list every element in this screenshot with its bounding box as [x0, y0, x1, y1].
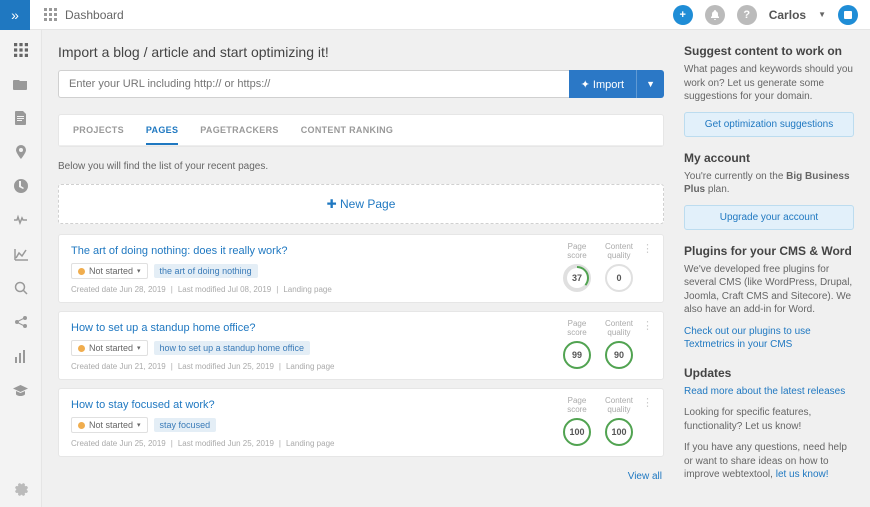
status-dot-icon — [78, 422, 85, 429]
keyword-pill[interactable]: stay focused — [154, 418, 217, 432]
updates-text1: Looking for specific features, functiona… — [684, 406, 854, 433]
sidebar-pin-icon[interactable] — [11, 144, 31, 160]
page-card: ⋮Pagescore100Contentquality100How to sta… — [58, 388, 664, 457]
new-page-label: New Page — [340, 197, 395, 211]
new-page-button[interactable]: ✚ New Page — [58, 184, 664, 224]
page-card: ⋮Pagescore99Contentquality90How to set u… — [58, 311, 664, 380]
page-score-label: Pagescore — [563, 243, 591, 261]
sidebar-graduation-icon[interactable] — [11, 382, 31, 398]
sidebar-file-icon[interactable] — [11, 110, 31, 126]
view-all-link[interactable]: View all — [58, 465, 664, 488]
sidebar-search-icon[interactable] — [11, 280, 31, 296]
suggest-text: What pages and keywords should you work … — [684, 63, 854, 104]
username-label[interactable]: Carlos — [769, 8, 806, 22]
updates-text2: If you have any questions, need help or … — [684, 441, 854, 482]
content-quality-label: Contentquality — [605, 397, 633, 415]
import-button[interactable]: ✦ Import — [569, 70, 636, 98]
page-card: ⋮Pagescore37Contentquality0The art of do… — [58, 234, 664, 303]
page-score-ring: 100 — [563, 418, 591, 446]
content-quality-ring: 0 — [605, 264, 633, 292]
page-score-ring: 99 — [563, 341, 591, 369]
tab-pages[interactable]: PAGES — [146, 115, 178, 145]
sidebar-share-icon[interactable] — [11, 314, 31, 330]
url-input[interactable] — [58, 70, 569, 98]
card-menu-icon[interactable]: ⋮ — [642, 324, 653, 328]
grid-icon[interactable] — [44, 8, 57, 21]
card-menu-icon[interactable]: ⋮ — [642, 401, 653, 405]
status-dropdown[interactable]: Not started ▾ — [71, 340, 148, 356]
get-suggestions-button[interactable]: Get optimization suggestions — [684, 112, 854, 137]
page-score-ring: 37 — [563, 264, 591, 292]
account-text: You're currently on the Big Business Plu… — [684, 170, 854, 197]
sidebar-chart-line-icon[interactable] — [11, 246, 31, 262]
content-quality-ring: 100 — [605, 418, 633, 446]
content-quality-label: Contentquality — [605, 243, 633, 261]
page-score-label: Pagescore — [563, 320, 591, 338]
status-dot-icon — [78, 268, 85, 275]
page-title: Dashboard — [65, 8, 124, 22]
account-heading: My account — [684, 151, 854, 165]
status-dropdown[interactable]: Not started ▾ — [71, 417, 148, 433]
status-dot-icon — [78, 345, 85, 352]
sidebar-clock-icon[interactable] — [11, 178, 31, 194]
sidebar-folder-icon[interactable] — [11, 76, 31, 92]
plugins-heading: Plugins for your CMS & Word — [684, 244, 854, 258]
plugins-link[interactable]: Check out our plugins to use Textmetrics… — [684, 325, 854, 352]
sidebar-heart-icon[interactable] — [11, 212, 31, 228]
updates-link[interactable]: Read more about the latest releases — [684, 385, 854, 399]
user-avatar-icon[interactable] — [838, 5, 858, 25]
suggest-heading: Suggest content to work on — [684, 44, 854, 58]
upgrade-button[interactable]: Upgrade your account — [684, 205, 854, 230]
user-menu-caret-icon[interactable]: ▼ — [818, 10, 826, 19]
plugins-text: We've developed free plugins for several… — [684, 263, 854, 317]
add-icon[interactable]: + — [673, 5, 693, 25]
import-dropdown-caret-icon[interactable]: ▼ — [636, 70, 664, 98]
status-dropdown[interactable]: Not started ▾ — [71, 263, 148, 279]
tab-pagetrackers[interactable]: PAGETRACKERS — [200, 115, 278, 145]
card-menu-icon[interactable]: ⋮ — [642, 247, 653, 251]
keyword-pill[interactable]: the art of doing nothing — [154, 264, 258, 278]
top-bar: » Dashboard + ? Carlos ▼ — [0, 0, 870, 30]
content-quality-label: Contentquality — [605, 320, 633, 338]
import-heading: Import a blog / article and start optimi… — [58, 44, 664, 60]
tab-projects[interactable]: PROJECTS — [73, 115, 124, 145]
notifications-icon[interactable] — [705, 5, 725, 25]
tabs-card: PROJECTS PAGES PAGETRACKERS CONTENT RANKING — [58, 114, 664, 147]
tab-content-ranking[interactable]: CONTENT RANKING — [301, 115, 394, 145]
app-logo[interactable]: » — [0, 0, 30, 30]
import-button-label: Import — [593, 79, 624, 91]
updates-heading: Updates — [684, 366, 854, 380]
help-icon[interactable]: ? — [737, 5, 757, 25]
let-us-know-link[interactable]: let us know! — [776, 469, 829, 480]
sidebar-gear-icon[interactable] — [11, 481, 31, 497]
sidebar-bar-chart-icon[interactable] — [11, 348, 31, 364]
content-quality-ring: 90 — [605, 341, 633, 369]
tab-description: Below you will find the list of your rec… — [58, 147, 664, 184]
sidebar-grid-icon[interactable] — [11, 42, 31, 58]
sidebar — [0, 30, 42, 507]
page-score-label: Pagescore — [563, 397, 591, 415]
keyword-pill[interactable]: how to set up a standup home office — [154, 341, 310, 355]
